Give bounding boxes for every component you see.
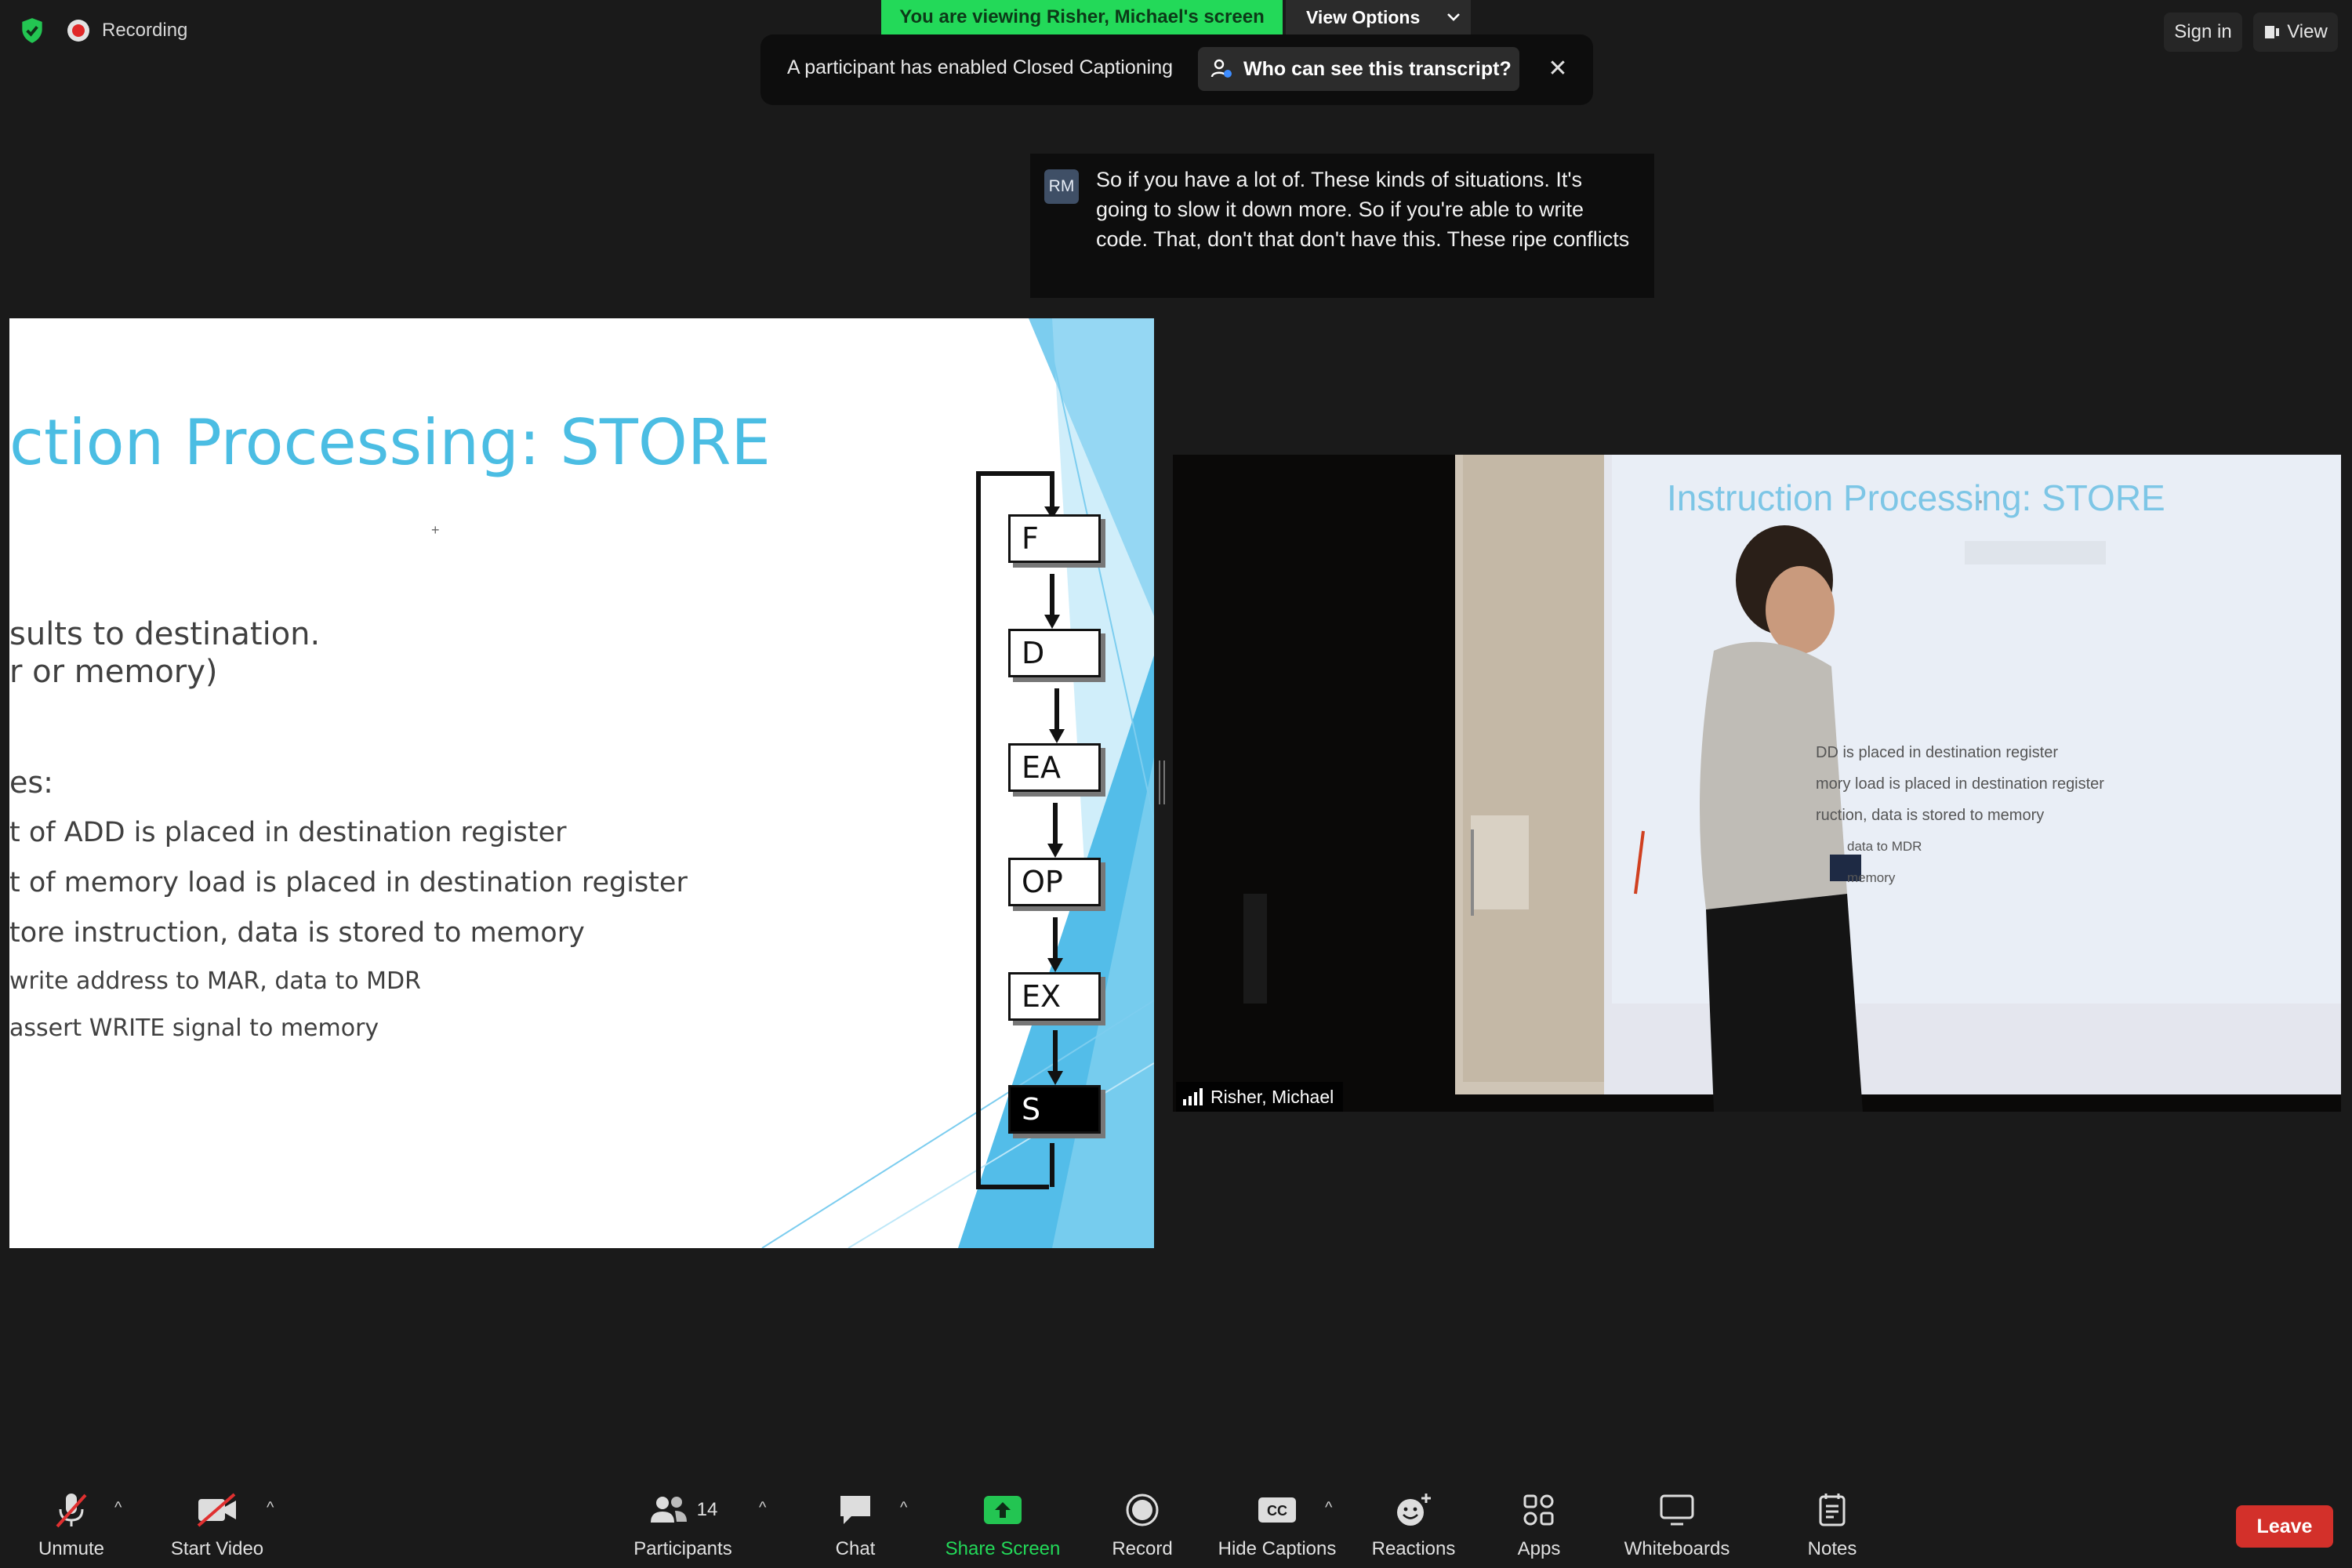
participants-icon [650,1497,687,1523]
slide-line-7: write address to MAR, data to MDR [9,967,421,995]
close-icon[interactable]: ✕ [1546,55,1570,82]
participants-count: 14 [696,1499,718,1520]
apps-icon [1523,1494,1554,1526]
view-options-button[interactable]: View Options [1286,0,1471,34]
leave-label: Leave [2256,1515,2313,1537]
reactions-smiley-icon [1397,1494,1431,1526]
slide-line-2: r or memory) [9,654,218,690]
participant-video[interactable]: Instruction Processing: STORE DD is plac… [1173,455,2341,1112]
chat-icon [840,1496,870,1524]
record-button[interactable]: Record [1076,1488,1209,1560]
projected-line: ruction, data is stored to memory [1816,807,2045,824]
apps-label: Apps [1517,1538,1561,1559]
view-options-label: View Options [1306,6,1421,27]
slide-line-4: t of ADD is placed in destination regist… [9,817,567,848]
reactions-button[interactable]: Reactions [1347,1488,1480,1560]
whiteboard-icon [1660,1494,1694,1526]
split-view-drag-handle[interactable] [1159,760,1165,804]
video-scene [1173,455,2341,1112]
share-screen-button[interactable]: Share Screen [936,1488,1069,1560]
stage-box-ex: EX [1008,972,1101,1021]
slide-title: ction Processing: STORE [9,406,771,479]
who-can-see-transcript-label: Who can see this transcript? [1243,57,1512,80]
shared-screen-slide: ction Processing: STORE + sults to desti… [9,318,1154,1248]
closed-caption-message: A participant has enabled Closed Caption… [787,56,1174,78]
view-layout-button[interactable]: View [2253,13,2338,52]
view-layout-icon [2265,26,2280,38]
svg-text:CC: CC [1267,1503,1287,1519]
record-icon [1126,1494,1159,1526]
recording-indicator-icon[interactable] [67,20,89,42]
view-label: View [2287,21,2328,42]
stage-box-f: F [1008,514,1101,563]
participants-label: Participants [633,1538,732,1559]
captions-options-chevron-icon[interactable]: ^ [1325,1499,1332,1517]
leave-button[interactable]: Leave [2236,1505,2333,1548]
camera-off-icon [197,1493,236,1527]
video-options-chevron-icon[interactable]: ^ [267,1499,274,1517]
slide-line-3: es: [9,765,53,800]
slide-line-8: assert WRITE signal to memory [9,1014,379,1042]
who-can-see-transcript-button[interactable]: Who can see this transcript? [1198,47,1519,91]
notes-button[interactable]: Notes [1766,1488,1899,1560]
slide-line-5: t of memory load is placed in destinatio… [9,867,688,898]
projected-line: mory load is placed in destination regis… [1816,775,2104,793]
viewing-screen-text: You are viewing Risher, Michael's screen [899,6,1265,27]
audio-options-chevron-icon[interactable]: ^ [114,1499,122,1517]
projected-line: data to MDR [1847,839,1922,854]
slide-line-1: sults to destination. [9,616,321,652]
whiteboards-label: Whiteboards [1624,1538,1730,1559]
sign-in-button[interactable]: Sign in [2164,13,2242,52]
recording-label: Recording [102,20,188,41]
chat-options-chevron-icon[interactable]: ^ [900,1499,907,1517]
sign-in-label: Sign in [2174,21,2232,42]
hide-captions-label: Hide Captions [1218,1538,1337,1559]
unmute-label: Unmute [38,1538,105,1559]
stage-box-d: D [1008,629,1101,677]
chevron-down-icon [1447,13,1461,21]
security-shield-icon[interactable] [17,16,47,45]
start-video-button[interactable]: Start Video [151,1488,284,1560]
stage-box-op: OP [1008,858,1101,906]
projected-slide-lines: DD is placed in destination register mor… [1816,737,2104,894]
closed-captions-icon: CC [1258,1497,1296,1523]
hide-captions-button[interactable]: CC Hide Captions [1210,1488,1344,1560]
share-screen-label: Share Screen [945,1538,1061,1559]
projected-line: DD is placed in destination register [1816,744,2059,761]
stage-box-s: S [1008,1085,1101,1134]
start-video-label: Start Video [170,1538,264,1559]
speaker-avatar: RM [1044,169,1079,204]
projected-slide-title: Instruction Processing: STORE [1667,477,2165,518]
person-info-icon [1210,59,1232,78]
transcript-text: So if you have a lot of. These kinds of … [1096,168,1630,251]
participants-options-chevron-icon[interactable]: ^ [759,1499,766,1517]
slide-line-6: tore instruction, data is stored to memo… [9,917,585,949]
share-screen-icon [984,1496,1022,1524]
chat-label: Chat [835,1538,876,1559]
signal-strength-icon [1183,1088,1203,1105]
participant-name: Risher, Michael [1210,1086,1334,1107]
reactions-label: Reactions [1371,1538,1456,1559]
participant-name-tag: Risher, Michael [1176,1082,1344,1112]
whiteboards-button[interactable]: Whiteboards [1610,1488,1744,1560]
viewing-screen-banner: You are viewing Risher, Michael's screen [881,0,1283,34]
record-label: Record [1112,1538,1173,1559]
microphone-muted-icon [56,1494,87,1528]
notes-icon [1819,1494,1846,1526]
projected-line: memory [1847,870,1896,885]
cursor-crosshair-icon: + [431,522,440,538]
stage-box-ea: EA [1008,743,1101,792]
apps-button[interactable]: Apps [1472,1488,1606,1560]
participants-button[interactable]: 14 Participants [616,1488,750,1560]
notes-label: Notes [1807,1538,1857,1559]
